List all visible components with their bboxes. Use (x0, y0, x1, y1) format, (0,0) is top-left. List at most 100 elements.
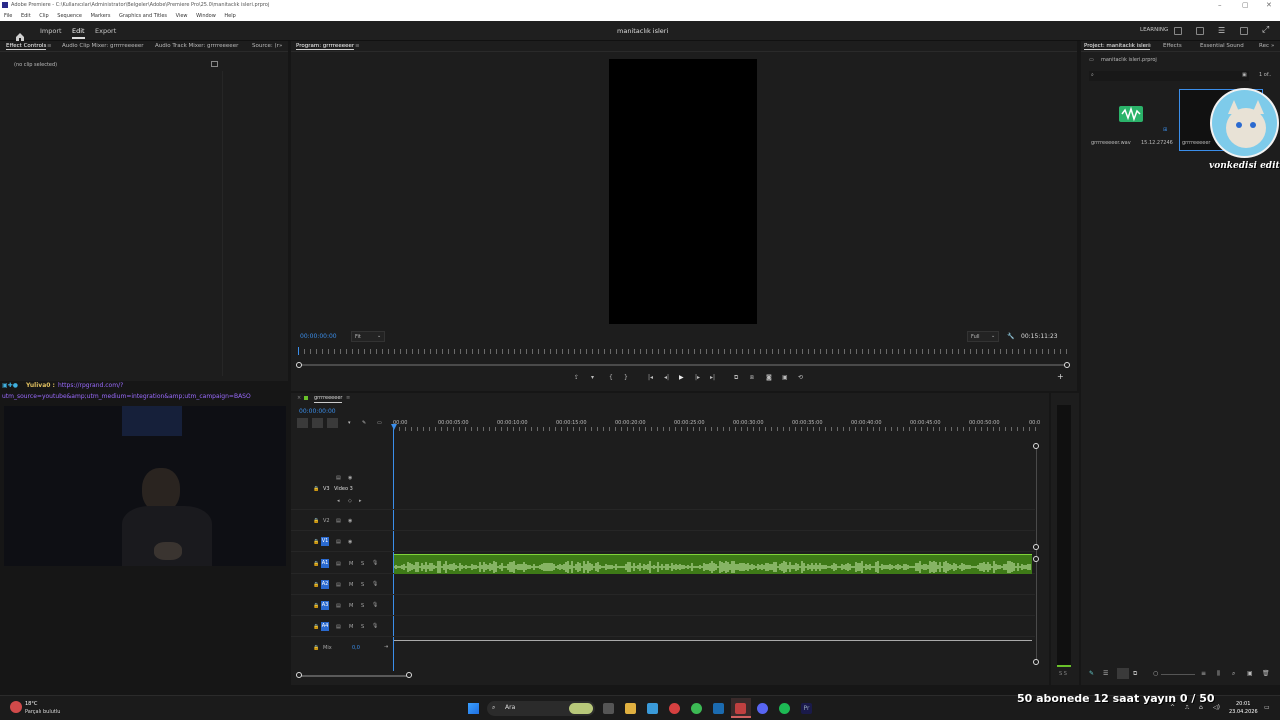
go-to-in-icon[interactable]: |◂ (648, 374, 653, 382)
pencil-icon[interactable]: ✎ (1089, 670, 1094, 678)
step-forward-icon[interactable]: |▸ (695, 374, 700, 382)
icon-view-icon[interactable] (1117, 668, 1129, 679)
lock-icon[interactable]: 🔒 (313, 582, 319, 588)
eye-icon[interactable]: ◉ (348, 518, 352, 524)
marker-icon[interactable]: ▾ (591, 374, 594, 382)
zoom-slider-handle[interactable]: ○ (1153, 670, 1158, 678)
lock-icon[interactable]: 🔒 (313, 645, 319, 651)
tab-export[interactable]: Export (95, 27, 116, 35)
panel-toggle-icon[interactable] (211, 61, 218, 67)
fit-dropdown[interactable]: Fit ⌄ (351, 331, 385, 342)
network-icon[interactable]: ⌂ (1199, 704, 1203, 712)
wrench-icon[interactable]: 🔧 (1007, 333, 1014, 341)
step-back-icon[interactable]: ◂| (664, 374, 669, 382)
linked-selection-icon[interactable] (312, 418, 323, 428)
mic-icon[interactable]: 🎙 (372, 602, 378, 608)
task-view-icon[interactable] (603, 703, 614, 714)
keyframe-next-icon[interactable]: ▸ (359, 498, 362, 504)
menu-edit[interactable]: Edit (21, 13, 31, 19)
program-ruler[interactable] (298, 349, 1070, 354)
notifications-icon[interactable]: ▭ (1264, 704, 1270, 712)
meter-solo-icon[interactable]: S S (1059, 671, 1067, 678)
mic-icon[interactable]: 🎙 (372, 560, 378, 566)
mute-icon[interactable]: M (349, 561, 353, 567)
eye-icon[interactable]: ◉ (348, 539, 352, 545)
v-scroll-handle[interactable] (1033, 443, 1039, 449)
obs-icon[interactable] (735, 703, 746, 714)
find-icon[interactable]: ⌕ (1232, 670, 1235, 678)
program-scroll-bar[interactable] (298, 364, 1070, 366)
chat-link[interactable]: https://rpgrand.com/? (58, 382, 123, 390)
automate-icon[interactable]: ⫼ (1217, 670, 1220, 678)
project-search-input[interactable]: ⌕ (1089, 71, 1249, 81)
tab-essential-sound[interactable]: Essential Sound (1200, 43, 1244, 49)
mic-icon[interactable]: 🎙 (372, 623, 378, 629)
tab-effects[interactable]: Effects (1163, 43, 1182, 49)
add-button-icon[interactable]: + (1057, 373, 1064, 381)
close-icon[interactable]: ✕ (1266, 1, 1272, 9)
track-target-a3[interactable]: A3 (321, 601, 329, 610)
menu-lines-icon[interactable]: ☰ (1218, 26, 1225, 35)
taskbar-search[interactable]: ⌕ Ara (487, 701, 595, 716)
more-tabs-icon[interactable]: » (279, 43, 282, 49)
effect-controls-menu-icon[interactable]: ≡ (47, 43, 52, 49)
toggle-sync-icon[interactable]: ▤ (336, 582, 341, 588)
compare-icon[interactable]: ▣ (782, 374, 788, 382)
fullscreen-icon[interactable]: ⤢ (1262, 25, 1269, 35)
lift-icon[interactable]: ⇪ (574, 374, 579, 382)
lock-icon[interactable]: 🔒 (313, 539, 319, 545)
tab-source[interactable]: Source: (r (252, 43, 279, 49)
more-tabs-icon[interactable]: » (1271, 43, 1274, 49)
windows-start-icon[interactable] (468, 703, 479, 714)
sequence-tab[interactable]: grrrreeeeer (314, 395, 343, 403)
v-scroll-handle[interactable] (1033, 659, 1039, 665)
minimize-icon[interactable]: – (1218, 1, 1222, 9)
project-menu-icon[interactable]: ≡ (1147, 43, 1152, 49)
track-target-a1[interactable]: A1 (321, 559, 329, 568)
snap-tool-icon[interactable] (297, 418, 308, 428)
solo-icon[interactable]: S (361, 582, 364, 588)
overwrite-icon[interactable]: ⧈ (750, 374, 754, 382)
spotify-icon[interactable] (779, 703, 790, 714)
sequence-menu-icon[interactable]: ≡ (346, 395, 350, 402)
lock-icon[interactable]: 🔒 (313, 561, 319, 567)
go-to-out-icon[interactable]: ▸| (710, 374, 715, 382)
captions-icon[interactable]: ▭ (377, 420, 382, 427)
tray-chevron-icon[interactable]: ^ (1170, 704, 1175, 712)
volume-icon[interactable]: ◁) (1213, 704, 1220, 712)
timeline-v-scroll[interactable] (1036, 445, 1037, 663)
keyframe-prev-icon[interactable]: ◂ (337, 498, 340, 504)
steam-icon[interactable] (713, 703, 724, 714)
menu-markers[interactable]: Markers (91, 13, 111, 19)
v-scroll-handle[interactable] (1033, 544, 1039, 550)
toggle-output-icon[interactable]: ▤ (336, 475, 341, 481)
mic-icon[interactable]: 🎙 (372, 581, 378, 587)
learning-button[interactable]: LEARNING (1140, 27, 1168, 33)
mark-in-icon[interactable]: { (609, 374, 613, 382)
toggle-output-icon[interactable]: ▤ (336, 518, 341, 524)
opera-icon[interactable] (669, 703, 680, 714)
workspace-icon[interactable] (1174, 27, 1182, 35)
toggle-sync-icon[interactable]: ▤ (336, 603, 341, 609)
h-scroll-handle-left[interactable] (296, 672, 302, 678)
toggle-output-icon[interactable]: ▤ (336, 539, 341, 545)
discord-icon[interactable] (757, 703, 768, 714)
list-view-icon[interactable]: ☰ (1103, 670, 1108, 678)
play-icon[interactable]: ▶ (679, 374, 684, 382)
solo-icon[interactable]: S (361, 561, 364, 567)
menu-graphics[interactable]: Graphics and Titles (119, 13, 167, 19)
mix-end-icon[interactable]: ⇥ (384, 644, 388, 650)
tab-audio-track-mixer[interactable]: Audio Track Mixer: grrrreeeeer (155, 43, 238, 49)
camera-icon[interactable]: ◙ (766, 374, 772, 382)
mute-icon[interactable]: M (349, 624, 353, 630)
solo-icon[interactable]: S (361, 603, 364, 609)
quality-dropdown[interactable]: Full ⌄ (967, 331, 999, 342)
eye-icon[interactable]: ◉ (348, 475, 352, 481)
lock-icon[interactable]: 🔒 (313, 624, 319, 630)
add-marker-tool-icon[interactable] (327, 418, 338, 428)
zoom-slider[interactable] (1161, 674, 1195, 675)
home-icon[interactable] (15, 26, 25, 41)
chat-link-cont[interactable]: utm_source=youtube&amp;utm_medium=integr… (2, 393, 251, 401)
program-playhead[interactable] (298, 347, 299, 355)
premiere-taskbar-icon[interactable]: Pr (801, 703, 812, 714)
